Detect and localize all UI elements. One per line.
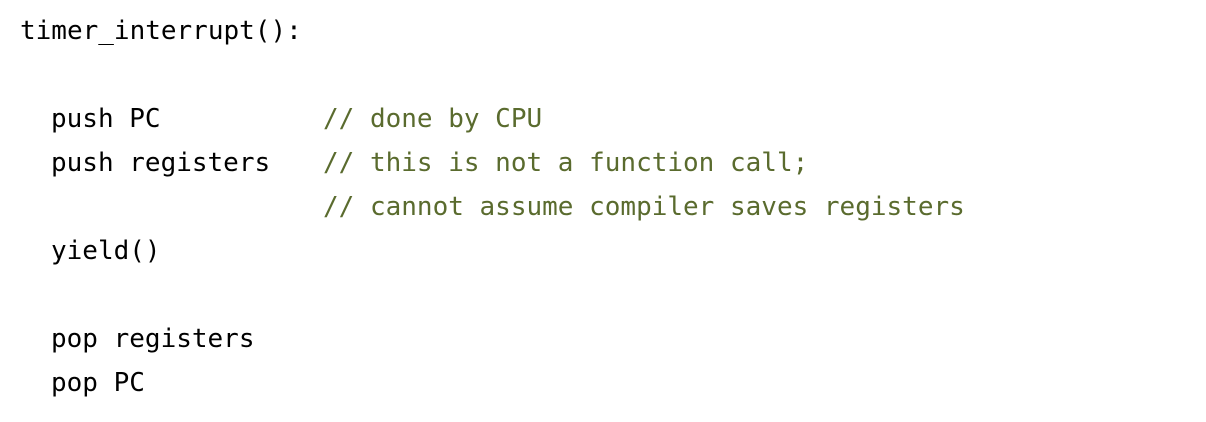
code-statement: push PC (51, 104, 161, 134)
code-line-pop-registers: pop registers (20, 317, 1190, 361)
function-header: timer_interrupt(): (20, 16, 302, 46)
code-statement (51, 185, 323, 229)
code-comment: // cannot assume compiler saves register… (323, 192, 965, 222)
code-block: timer_interrupt(): push PC // done by CP… (20, 9, 1190, 405)
code-line-comment-continuation: // cannot assume compiler saves register… (20, 185, 1190, 229)
code-comment: // done by CPU (323, 104, 543, 134)
code-statement: yield() (51, 236, 161, 266)
function-header-line: timer_interrupt(): (20, 9, 1190, 53)
code-statement: push registers (51, 148, 271, 178)
code-line-yield: yield() (20, 229, 1190, 273)
code-statement: pop registers (51, 324, 255, 354)
code-line-push-registers: push registers // this is not a function… (20, 141, 1190, 185)
code-statement: pop PC (51, 368, 145, 398)
code-comment: // this is not a function call; (323, 148, 809, 178)
code-line-push-pc: push PC // done by CPU (20, 97, 1190, 141)
code-line-pop-pc: pop PC (20, 361, 1190, 405)
